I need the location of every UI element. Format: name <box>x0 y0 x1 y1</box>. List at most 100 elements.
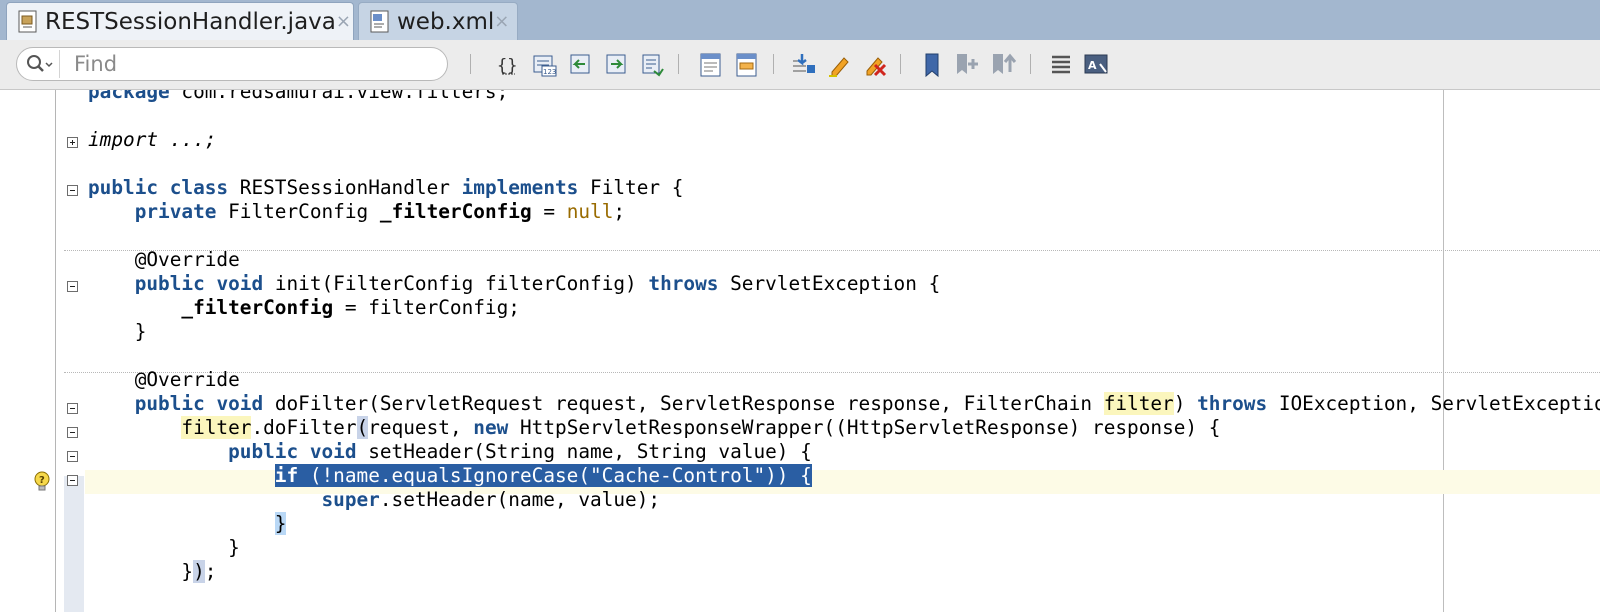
code-line: if (!name.equalsIgnoreCase("Cache-Contro… <box>88 464 812 488</box>
java-file-icon <box>17 9 39 35</box>
code-line: public void init(FilterConfig filterConf… <box>88 272 941 296</box>
field-name: _filterConfig <box>379 200 532 223</box>
fold-collapse-icon[interactable] <box>67 427 78 438</box>
uncomment-icon[interactable] <box>732 50 762 80</box>
keyword: implements <box>461 176 579 199</box>
keyword: private <box>134 200 217 223</box>
bracket-match: } <box>274 512 287 535</box>
toggle-comment-icon[interactable] <box>696 50 726 80</box>
next-bookmark-icon[interactable] <box>989 50 1019 80</box>
literal: null <box>566 200 614 223</box>
code-text: } <box>88 536 240 559</box>
method-separator <box>64 250 1600 251</box>
goto-line-icon[interactable]: 123 <box>530 50 560 80</box>
search-icon[interactable] <box>21 49 59 79</box>
code-line: } <box>88 536 240 560</box>
fold-expand-icon[interactable] <box>67 137 78 148</box>
code-text: init(FilterConfig filterConfig) <box>263 272 649 295</box>
close-icon[interactable]: × <box>336 11 351 32</box>
keyword: if <box>274 464 299 487</box>
find-input[interactable] <box>59 50 444 78</box>
code-text: HttpServletResponseWrapper((HttpServletR… <box>508 416 1221 439</box>
back-icon[interactable] <box>566 50 596 80</box>
annotation: @Override <box>88 248 240 271</box>
code-line: _filterConfig = filterConfig; <box>88 296 520 320</box>
code-text: FilterConfig <box>216 200 380 223</box>
svg-text:{}: {} <box>497 56 517 76</box>
code-line: public void doFilter(ServletRequest requ… <box>88 392 1600 416</box>
translate-icon[interactable]: A <box>1082 50 1112 80</box>
fold-scope-guide <box>64 476 84 612</box>
last-edit-icon[interactable] <box>638 50 668 80</box>
code-text: .doFilter <box>251 416 357 439</box>
code-editor[interactable]: ? package com.redsamurai.view.filters; i… <box>0 90 1600 612</box>
code-text: ; <box>204 560 217 583</box>
toolbar-separator <box>470 54 471 74</box>
fold-collapse-icon[interactable] <box>67 451 78 462</box>
occurrence-highlight: filter <box>181 416 252 439</box>
tab-label: web.xml <box>397 8 495 35</box>
svg-text:A: A <box>1088 59 1097 72</box>
breakpoint-icon[interactable] <box>788 50 818 80</box>
bracket-match: ( <box>356 416 369 439</box>
svg-text:?: ? <box>39 475 45 486</box>
folded-imports[interactable]: import ...; <box>88 128 216 151</box>
annotation: @Override <box>88 368 240 391</box>
code-line: @Override <box>88 248 240 272</box>
fold-collapse-icon[interactable] <box>67 281 78 292</box>
field-name: _filterConfig <box>181 296 334 319</box>
fold-collapse-icon[interactable] <box>67 403 78 414</box>
forward-icon[interactable] <box>602 50 632 80</box>
prev-bookmark-icon[interactable] <box>953 50 983 80</box>
keyword: new <box>473 416 509 439</box>
code-text: request, <box>368 416 474 439</box>
code-text: doFilter(ServletRequest request, Servlet… <box>263 392 1104 415</box>
find-box <box>16 47 448 81</box>
code-line: } <box>88 512 287 536</box>
highlight-icon[interactable] <box>824 50 854 80</box>
code-line: private FilterConfig _filterConfig = nul… <box>88 200 625 224</box>
fold-collapse-icon[interactable] <box>67 185 78 196</box>
text-selection[interactable]: if (!name.equalsIgnoreCase("Cache-Contro… <box>274 464 812 487</box>
code-text: ServletException { <box>718 272 941 295</box>
code-text: IOException, ServletException { <box>1278 392 1600 415</box>
keyword: public <box>88 176 159 199</box>
keyword: throws <box>648 272 719 295</box>
toolbar-separator <box>678 54 679 74</box>
close-icon[interactable]: × <box>494 11 509 32</box>
lightbulb-hint-icon[interactable]: ? <box>33 470 51 494</box>
code-line: filter.doFilter(request, new HttpServlet… <box>88 416 1220 440</box>
braces-icon[interactable]: {} <box>494 50 524 80</box>
keyword: void <box>216 392 264 415</box>
code-line: @Override <box>88 368 240 392</box>
tab-label: RESTSessionHandler.java <box>45 8 336 35</box>
code-line: public void setHeader(String name, Strin… <box>88 440 812 464</box>
editor-toolbar: {} 123 A <box>0 40 1600 90</box>
keyword: package <box>88 90 170 103</box>
code-line: public class RESTSessionHandler implemen… <box>88 176 683 200</box>
code-text: (!name.equalsIgnoreCase("Cache-Control")… <box>298 464 812 487</box>
keyword: public <box>134 272 205 295</box>
fold-collapse-icon[interactable] <box>67 475 78 486</box>
keyword: public <box>228 440 299 463</box>
list-icon[interactable] <box>1046 50 1076 80</box>
glyph-margin <box>0 90 56 612</box>
code-line: } <box>88 320 147 344</box>
clear-highlight-icon[interactable] <box>860 50 890 80</box>
tab-restsessionhandler-java[interactable]: RESTSessionHandler.java × <box>6 2 354 40</box>
code-text: RESTSessionHandler <box>228 176 462 199</box>
tab-web-xml[interactable]: web.xml × <box>358 2 518 40</box>
bookmark-icon[interactable] <box>917 50 947 80</box>
keyword: class <box>169 176 229 199</box>
toolbar-separator <box>900 54 901 74</box>
code-line: }); <box>88 560 216 584</box>
keyword: super <box>321 488 380 511</box>
